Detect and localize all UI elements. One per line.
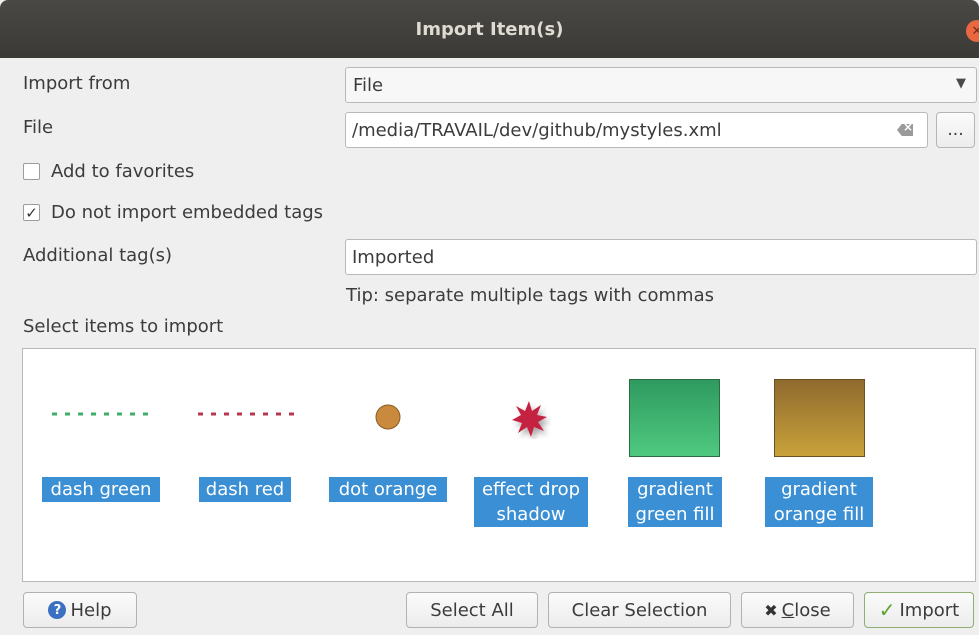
no-embedded-tags-label[interactable]: Do not import embedded tags xyxy=(51,202,323,223)
import-items-dialog: Import Item(s) ✕ Import from File ▼ File… xyxy=(0,0,979,635)
item-label: dash red xyxy=(199,477,291,502)
clear-selection-button[interactable]: Clear Selection xyxy=(548,592,731,628)
item-label-line2: orange fill xyxy=(765,502,873,527)
additional-tags-input[interactable]: Imported xyxy=(345,239,977,275)
file-path-value: /media/TRAVAIL/dev/github/mystyles.xml xyxy=(352,119,722,141)
window-close-icon[interactable]: ✕ xyxy=(966,20,979,42)
title-bar: Import Item(s) ✕ xyxy=(0,0,979,58)
items-list[interactable]: dash green dash red dot orange effect dr… xyxy=(22,348,976,582)
import-from-label: Import from xyxy=(23,73,131,94)
item-label-line1: effect drop xyxy=(474,477,588,502)
no-embedded-tags-checkbox[interactable]: ✓ xyxy=(23,203,40,222)
additional-tags-label: Additional tag(s) xyxy=(23,245,173,266)
checkmark-icon: ✓ xyxy=(878,598,896,622)
item-label: dash green xyxy=(42,477,160,502)
import-label: Import xyxy=(899,599,960,621)
help-button[interactable]: ? Help xyxy=(23,592,137,628)
gradient-square-icon xyxy=(774,379,865,457)
item-label-line1: gradient xyxy=(765,477,873,502)
close-icon: ✖ xyxy=(764,600,778,620)
browse-label: ... xyxy=(947,120,964,140)
help-icon: ? xyxy=(48,601,67,619)
starburst-icon xyxy=(512,401,547,437)
close-button[interactable]: ✖ Close xyxy=(741,592,854,628)
dropdown-arrow-icon: ▼ xyxy=(956,76,966,91)
clear-field-icon[interactable] xyxy=(897,124,913,136)
item-label-line1: gradient xyxy=(628,477,722,502)
select-all-button[interactable]: Select All xyxy=(406,592,538,628)
gradient-square-icon xyxy=(629,379,720,457)
item-label: dot orange xyxy=(329,477,447,502)
dash-line-icon xyxy=(198,412,294,416)
item-label-line2: green fill xyxy=(628,502,722,527)
import-button[interactable]: ✓ Import xyxy=(864,592,974,628)
window-title: Import Item(s) xyxy=(415,18,564,40)
help-label: Help xyxy=(70,599,112,621)
dash-line-icon xyxy=(52,412,148,416)
dot-icon xyxy=(375,404,401,430)
select-all-label: Select All xyxy=(430,599,514,621)
tags-tip: Tip: separate multiple tags with commas xyxy=(346,285,714,306)
import-from-select[interactable]: File ▼ xyxy=(345,67,977,103)
import-from-value: File xyxy=(353,74,384,96)
close-label: Close xyxy=(781,599,831,621)
file-path-input[interactable]: /media/TRAVAIL/dev/github/mystyles.xml xyxy=(345,112,928,148)
file-label: File xyxy=(23,117,54,138)
checkmark-icon: ✓ xyxy=(25,203,38,222)
add-to-favorites-checkbox[interactable] xyxy=(23,163,40,180)
select-items-label: Select items to import xyxy=(23,316,224,337)
browse-button[interactable]: ... xyxy=(936,112,975,148)
additional-tags-value: Imported xyxy=(352,246,435,268)
clear-selection-label: Clear Selection xyxy=(571,599,708,621)
add-to-favorites-label[interactable]: Add to favorites xyxy=(51,161,194,182)
item-label-line2: shadow xyxy=(474,502,588,527)
